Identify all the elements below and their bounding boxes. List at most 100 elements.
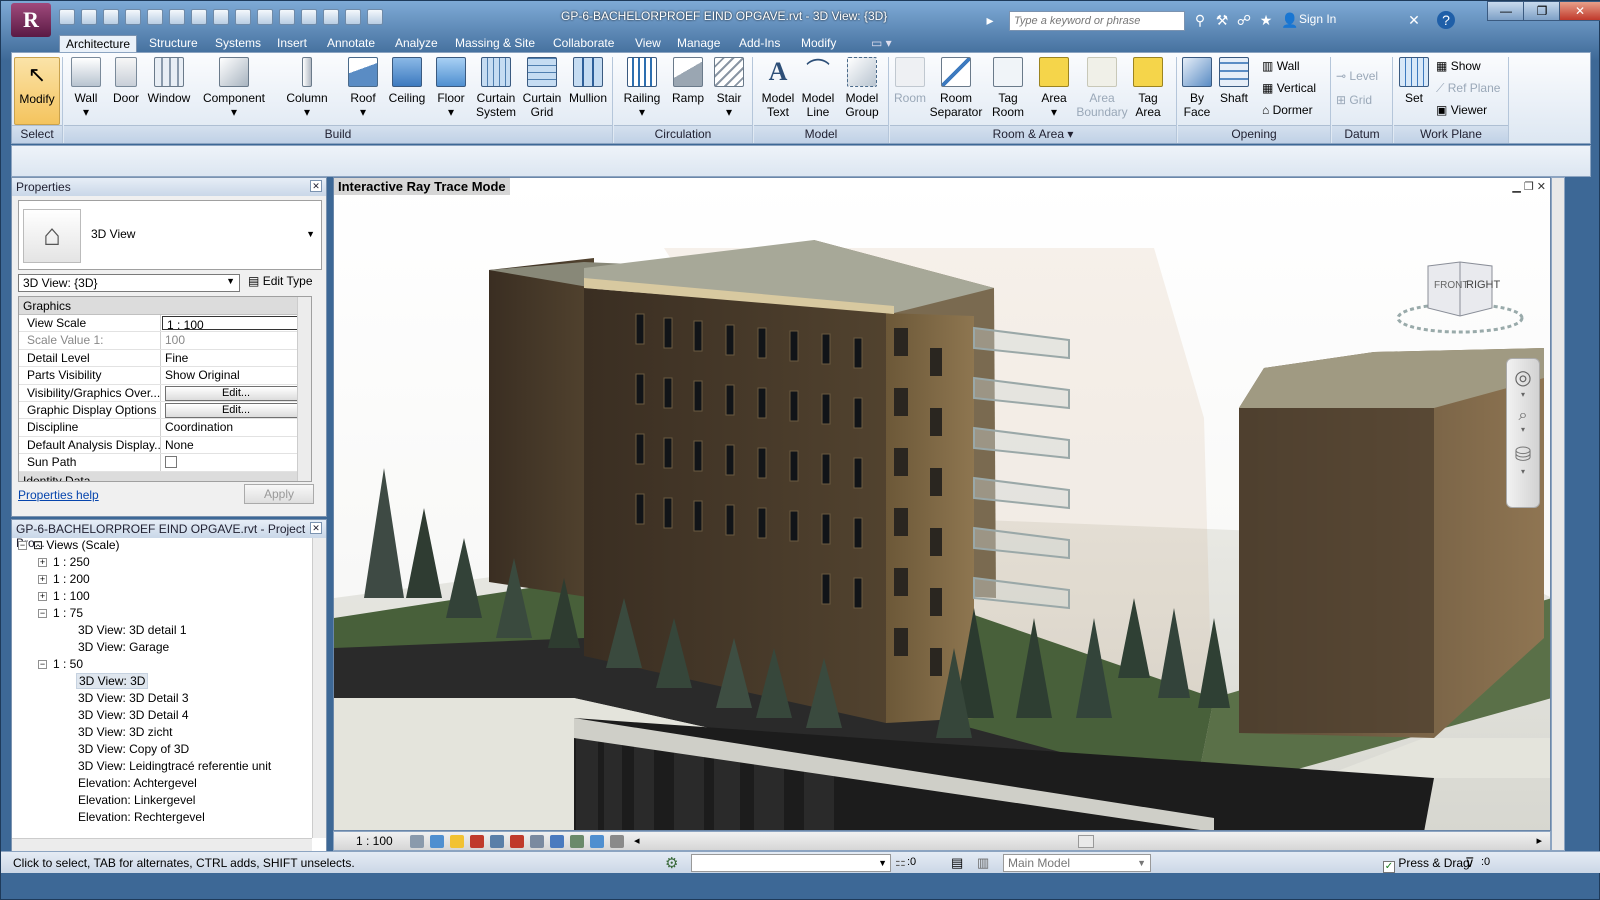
communication-icon[interactable]: ☍ [1235, 11, 1253, 29]
viewcube-front-face[interactable]: FRONT [1434, 280, 1468, 291]
graphic-display-edit-button[interactable]: Edit... [165, 402, 307, 418]
model-group-button[interactable]: Model Group [840, 57, 884, 119]
tab-massing-site[interactable]: Massing & Site [449, 35, 541, 53]
3d-viewport[interactable]: Interactive Ray Trace Mode ▁ ❐ ✕ FRONT R… [333, 177, 1551, 831]
tree-leaf[interactable]: Elevation: Linkergevel [78, 793, 195, 807]
press-drag-checkbox[interactable]: ✓ [1383, 861, 1395, 873]
tag-area-button[interactable]: Tag Area [1130, 57, 1166, 119]
tab-analyze[interactable]: Analyze [389, 35, 444, 53]
redo-icon[interactable] [147, 9, 163, 25]
ceiling-button[interactable]: Ceiling [386, 57, 428, 105]
roof-button[interactable]: Roof ▾ [346, 57, 380, 119]
vertical-opening-button[interactable]: ▦ Vertical [1262, 81, 1316, 95]
viewcube[interactable]: FRONT RIGHT [1396, 258, 1524, 338]
expand-icon[interactable]: + [38, 592, 47, 602]
chevron-down-icon[interactable]: ▾ [1507, 390, 1539, 399]
expand-icon[interactable]: + [38, 558, 47, 568]
scroll-left-icon[interactable]: ◂ [634, 834, 640, 847]
viewcube-right-face[interactable]: RIGHT [1466, 279, 1501, 291]
visual-style-icon[interactable] [430, 835, 444, 848]
browser-vertical-scrollbar[interactable] [312, 538, 326, 838]
tree-leaf[interactable]: Elevation: Achtergevel [78, 776, 197, 790]
shadows-icon[interactable] [470, 835, 484, 848]
level-button[interactable]: ⊸ Level [1336, 69, 1378, 83]
tree-node[interactable]: +1 : 100 [38, 589, 90, 603]
tree-root-views[interactable]: − ⊡ Views (Scale) [18, 538, 120, 552]
sun-path-icon[interactable] [450, 835, 464, 848]
restore-icon[interactable]: ❐ [1524, 181, 1534, 193]
minimize-icon[interactable]: ▁ [1512, 181, 1520, 193]
filter-icon[interactable]: ⊽ [1465, 855, 1475, 871]
shaft-button[interactable]: Shaft [1216, 57, 1252, 105]
room-separator-button[interactable]: Room Separator [928, 57, 984, 119]
area-boundary-button[interactable]: Area Boundary [1076, 57, 1128, 119]
thin-lines-icon[interactable] [301, 9, 317, 25]
tree-node[interactable]: +1 : 200 [38, 572, 90, 586]
tree-leaf[interactable]: 3D View: 3D detail 1 [78, 623, 187, 637]
subscription-icon[interactable]: ⚒ [1213, 11, 1231, 29]
model-text-button[interactable]: A Model Text [758, 57, 798, 119]
door-button[interactable]: Door [110, 57, 142, 105]
apply-button[interactable]: Apply [244, 484, 314, 504]
close-hidden-windows-icon[interactable] [323, 9, 339, 25]
text-icon[interactable] [235, 9, 251, 25]
group-graphics[interactable]: Graphics⌃ [19, 297, 311, 315]
viewer-button[interactable]: ▣ Viewer [1436, 103, 1487, 117]
open-icon[interactable] [59, 9, 75, 25]
floor-button[interactable]: Floor ▾ [436, 57, 466, 119]
tree-node[interactable]: −1 : 50 [38, 657, 83, 671]
collapse-icon[interactable]: − [18, 541, 27, 551]
ref-plane-button[interactable]: ⟋ Ref Plane [1436, 81, 1500, 96]
curtain-system-button[interactable]: Curtain System [474, 57, 518, 119]
switch-windows-icon[interactable] [345, 9, 361, 25]
expand-arrow-icon[interactable]: ▸ [981, 11, 999, 29]
search-input[interactable]: Type a keyword or phrase [1009, 11, 1185, 31]
view-scale-input[interactable]: 1 : 100 [162, 316, 310, 331]
tab-structure[interactable]: Structure [143, 35, 204, 53]
expand-icon[interactable]: + [38, 575, 47, 585]
properties-scrollbar[interactable] [297, 297, 311, 481]
show-work-plane-button[interactable]: ▦ Show [1436, 59, 1481, 73]
design-option-icon[interactable]: ▤ [951, 855, 963, 871]
default-3d-view-icon[interactable] [257, 9, 273, 25]
help-icon[interactable]: ? [1437, 11, 1455, 29]
zoom-icon[interactable]: ⌕ [1507, 407, 1539, 425]
viewport-horizontal-scroll-thumb[interactable] [1078, 835, 1094, 848]
press-drag-toggle[interactable]: ✓ Press & Drag [1383, 856, 1470, 873]
undo-icon[interactable] [125, 9, 141, 25]
chevron-down-icon[interactable]: ▾ [1507, 467, 1539, 476]
tab-add-ins[interactable]: Add-Ins [733, 35, 786, 53]
column-button[interactable]: Column ▾ [284, 57, 330, 119]
parts-visibility-value[interactable]: Show Original [161, 367, 311, 383]
active-workset-dropdown[interactable]: ▼ [691, 854, 891, 872]
panel-room-area-label[interactable]: Room & Area ▾ [890, 125, 1176, 143]
detail-level-icon[interactable] [410, 835, 424, 848]
tree-leaf-selected[interactable]: 3D View: 3D [76, 673, 149, 689]
tab-architecture[interactable]: Architecture [59, 35, 138, 53]
customize-toolbar-icon[interactable] [367, 9, 383, 25]
properties-help-link[interactable]: Properties help [18, 488, 99, 502]
collapse-icon[interactable]: − [38, 660, 47, 670]
design-option-dropdown[interactable]: Main Model ▼ [1003, 854, 1151, 872]
set-work-plane-button[interactable]: Set [1398, 57, 1430, 105]
tree-leaf[interactable]: 3D View: Copy of 3D [78, 742, 189, 756]
save-icon[interactable] [81, 9, 97, 25]
ramp-button[interactable]: Ramp [668, 57, 708, 105]
area-button[interactable]: Area ▾ [1036, 57, 1072, 119]
component-button[interactable]: Component ▾ [200, 57, 268, 119]
tab-view[interactable]: View [629, 35, 667, 53]
measure-icon[interactable] [169, 9, 185, 25]
worksets-icon[interactable]: ⚙ [665, 854, 678, 872]
by-face-button[interactable]: By Face [1180, 57, 1214, 119]
show-crop-icon[interactable] [530, 835, 544, 848]
sun-path-checkbox[interactable] [165, 456, 177, 469]
edit-type-button[interactable]: ▤ Edit Type [248, 274, 313, 288]
detail-level-value[interactable]: Fine [161, 350, 311, 366]
minimize-button[interactable]: — [1487, 1, 1525, 21]
tab-manage[interactable]: Manage [671, 35, 726, 53]
mullion-button[interactable]: Mullion [566, 57, 610, 105]
close-icon[interactable]: ✕ [310, 180, 322, 192]
orbit-icon[interactable]: ⛁ [1507, 442, 1539, 467]
section-icon[interactable] [279, 9, 295, 25]
render-icon[interactable] [490, 835, 504, 848]
